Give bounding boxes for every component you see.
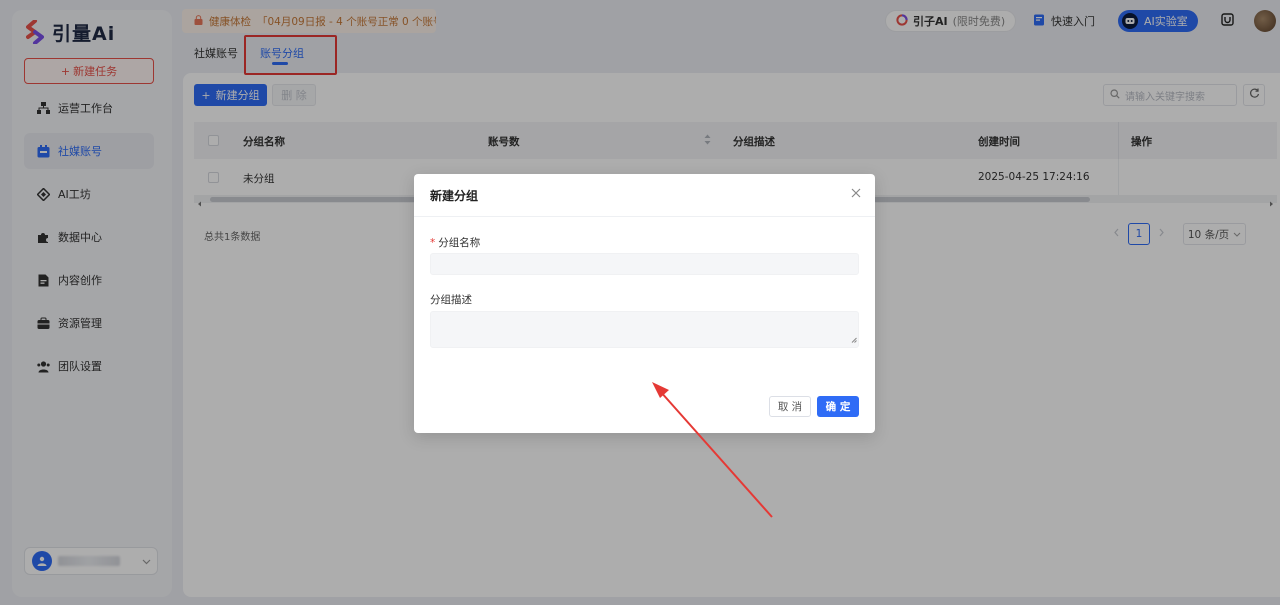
- group-name-input[interactable]: [430, 253, 859, 275]
- dialog-title: 新建分组: [414, 174, 875, 217]
- group-name-label-text: 分组名称: [438, 237, 481, 249]
- group-name-label: * 分组名称: [430, 235, 480, 250]
- resize-handle-icon[interactable]: [851, 332, 857, 346]
- required-mark: *: [430, 237, 436, 249]
- new-group-dialog: 新建分组 * 分组名称 分组描述 取 消 确 定: [414, 174, 875, 433]
- group-desc-label: 分组描述: [430, 294, 472, 306]
- close-icon[interactable]: [849, 186, 863, 200]
- group-desc-textarea[interactable]: [430, 311, 859, 348]
- cancel-button[interactable]: 取 消: [769, 396, 811, 417]
- confirm-button[interactable]: 确 定: [817, 396, 859, 417]
